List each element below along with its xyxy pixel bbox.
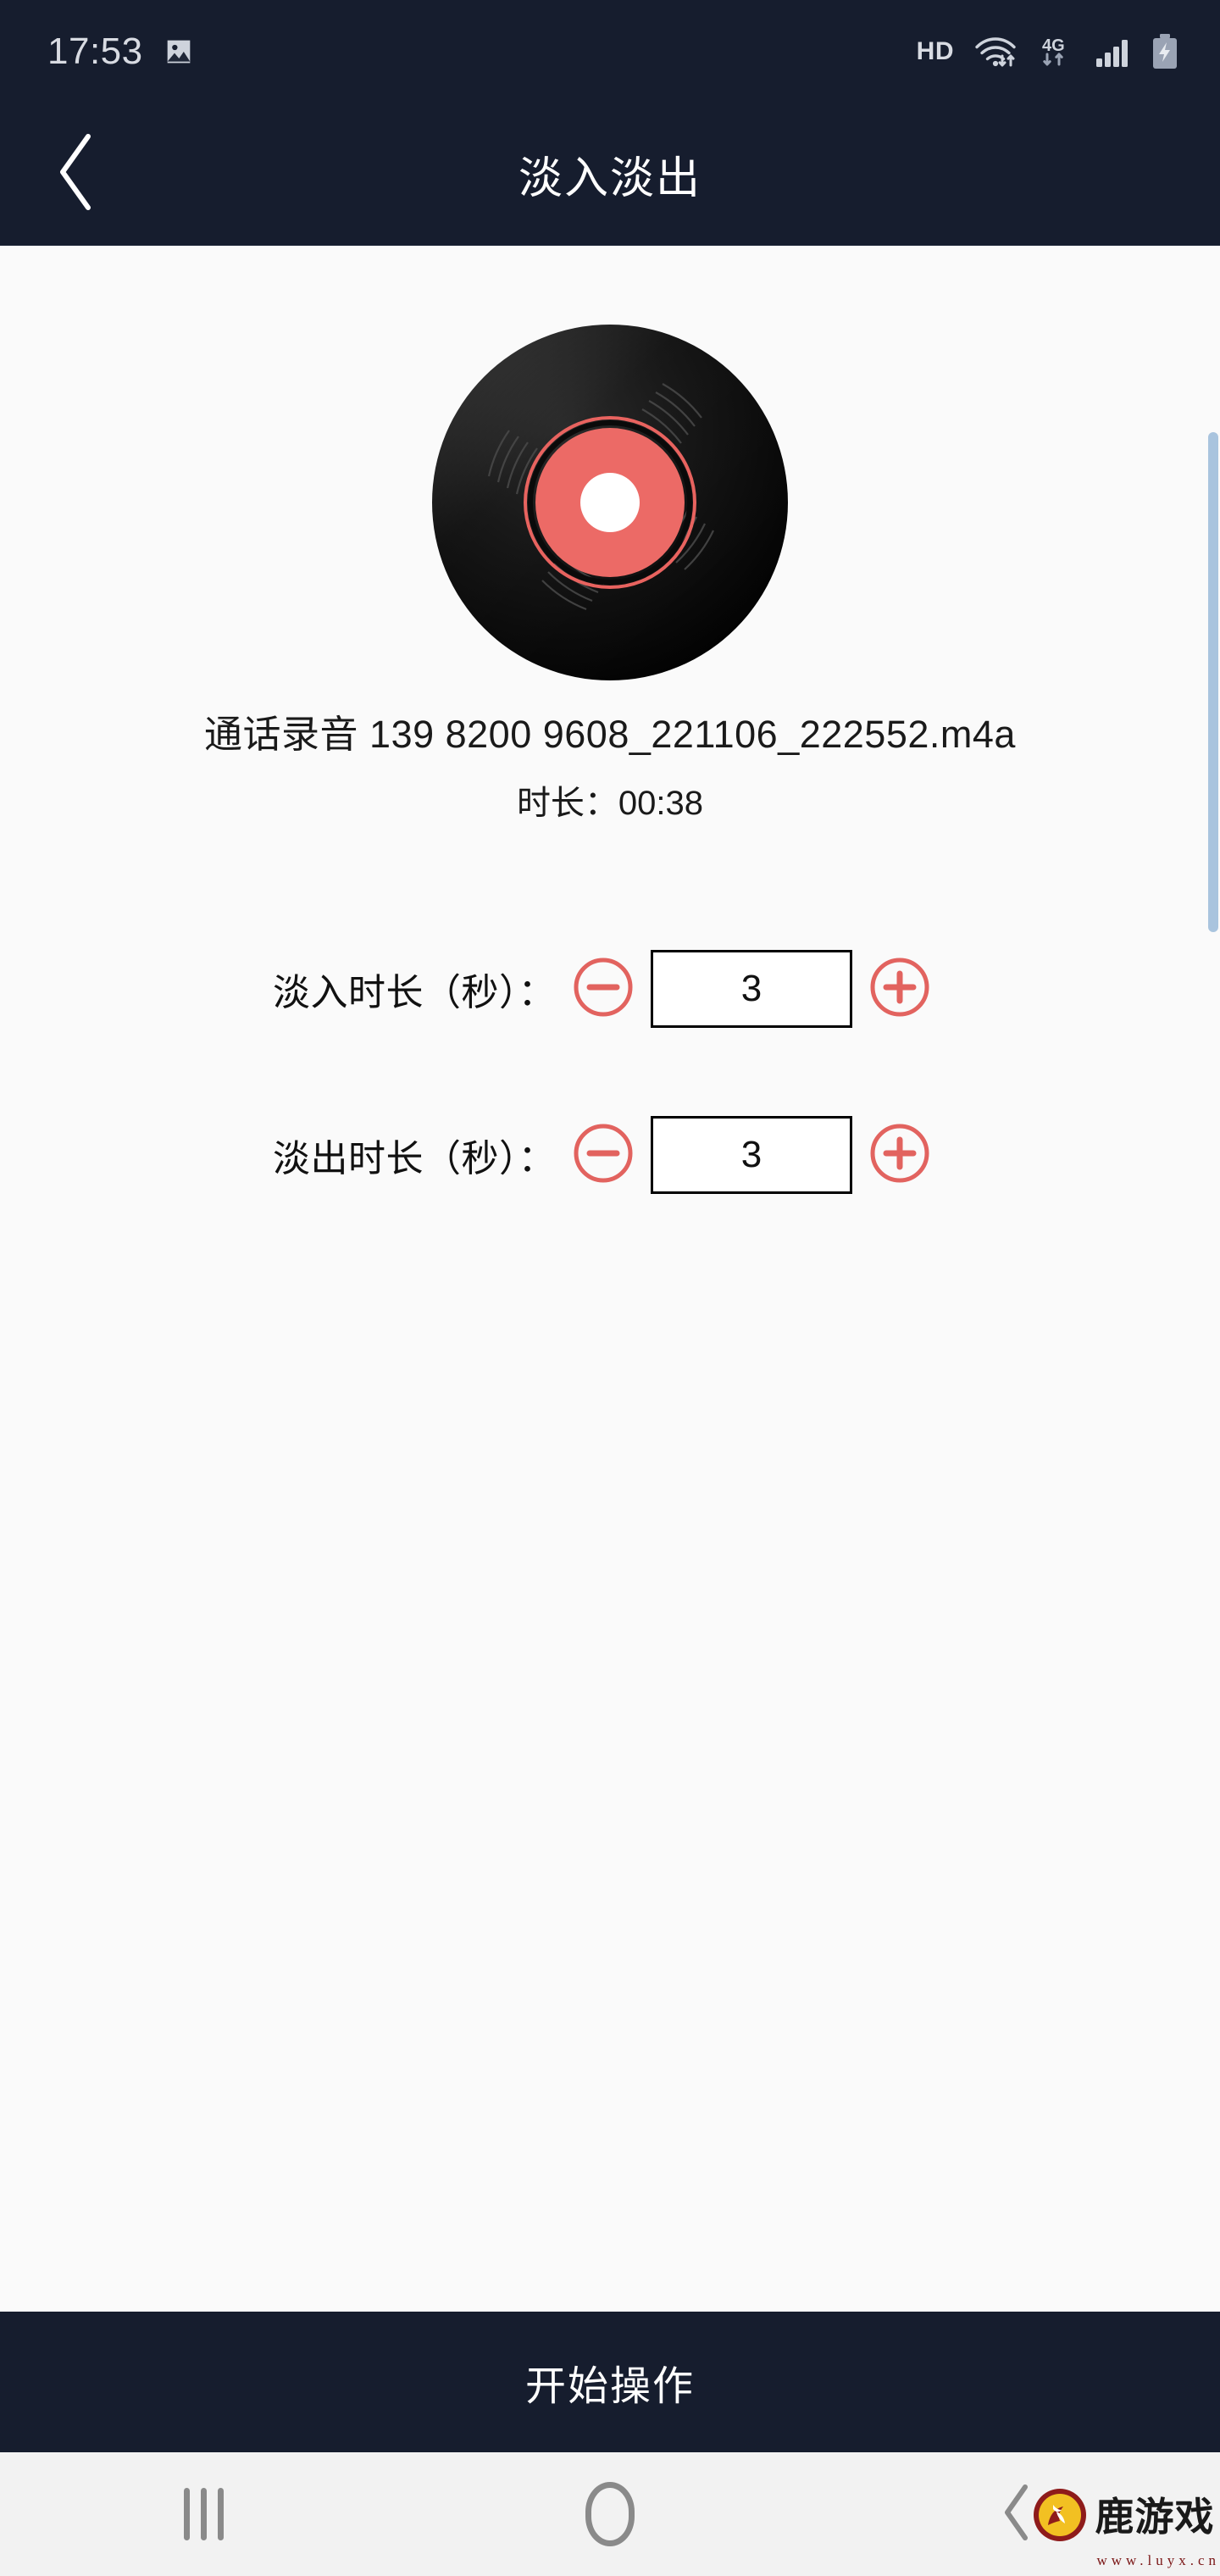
cellular-signal-icon bbox=[1095, 35, 1132, 69]
start-operation-button[interactable]: 开始操作 bbox=[0, 2312, 1220, 2452]
nav-recents-button[interactable] bbox=[0, 2452, 407, 2576]
battery-charging-icon bbox=[1151, 33, 1179, 70]
media-duration: 时长：00:38 bbox=[516, 785, 704, 822]
fade-out-increment-button[interactable] bbox=[868, 1123, 932, 1187]
scrollbar[interactable] bbox=[1208, 246, 1220, 2312]
fade-out-input[interactable] bbox=[651, 1116, 852, 1194]
recents-icon bbox=[183, 2488, 224, 2540]
back-chevron-icon bbox=[53, 131, 100, 217]
artwork-container bbox=[0, 246, 1220, 685]
phone-screen: 17:53 HD 4G 淡入淡出 通话录音 139 8200 9608_2211… bbox=[0, 0, 1220, 2576]
stepper-rows: 淡入时长（秒）： 3 淡出时长（秒）： 3 bbox=[0, 950, 1220, 1194]
android-nav-bar: 鹿游戏 www.luyx.cn bbox=[0, 2452, 1220, 2576]
header-back-button[interactable] bbox=[34, 132, 119, 217]
media-filename: 通话录音 139 8200 9608_221106_222552.m4a bbox=[204, 713, 1016, 756]
minus-circle-icon bbox=[572, 1122, 635, 1189]
fade-in-row: 淡入时长（秒）： bbox=[0, 950, 1220, 1028]
svg-text:4G: 4G bbox=[1042, 36, 1065, 55]
image-icon bbox=[162, 35, 196, 69]
fade-out-decrement-button[interactable] bbox=[571, 1123, 635, 1187]
page-title: 淡入淡出 bbox=[518, 154, 702, 203]
hd-icon: HD bbox=[916, 37, 954, 65]
app-header: 淡入淡出 bbox=[0, 103, 1220, 246]
fade-out-row: 淡出时长（秒）： bbox=[0, 1116, 1220, 1194]
network-type-icon: 4G bbox=[1037, 34, 1076, 69]
status-bar-right: HD 4G bbox=[917, 33, 1179, 70]
scrollbar-thumb[interactable] bbox=[1208, 432, 1218, 932]
plus-circle-icon bbox=[868, 1122, 931, 1189]
nav-home-button[interactable] bbox=[407, 2452, 813, 2576]
start-operation-label: 开始操作 bbox=[524, 2364, 695, 2409]
wifi-icon bbox=[973, 34, 1018, 69]
status-bar: 17:53 HD 4G bbox=[0, 0, 1220, 103]
fade-in-increment-button[interactable] bbox=[868, 957, 932, 1021]
home-icon bbox=[585, 2482, 635, 2546]
plus-circle-icon bbox=[868, 956, 931, 1023]
nav-back-button[interactable] bbox=[813, 2452, 1220, 2576]
fade-in-label: 淡入时长（秒）： bbox=[273, 972, 556, 1013]
status-bar-left: 17:53 bbox=[47, 31, 196, 73]
back-chevron-icon bbox=[1000, 2483, 1034, 2546]
main-content: 通话录音 139 8200 9608_221106_222552.m4a 时长：… bbox=[0, 246, 1220, 2312]
fade-out-label: 淡出时长（秒）： bbox=[273, 1138, 556, 1180]
status-clock: 17:53 bbox=[47, 31, 143, 72]
fade-in-decrement-button[interactable] bbox=[571, 957, 635, 1021]
vinyl-record-icon bbox=[428, 320, 792, 685]
minus-circle-icon bbox=[572, 956, 635, 1023]
fade-in-input[interactable] bbox=[651, 950, 852, 1028]
